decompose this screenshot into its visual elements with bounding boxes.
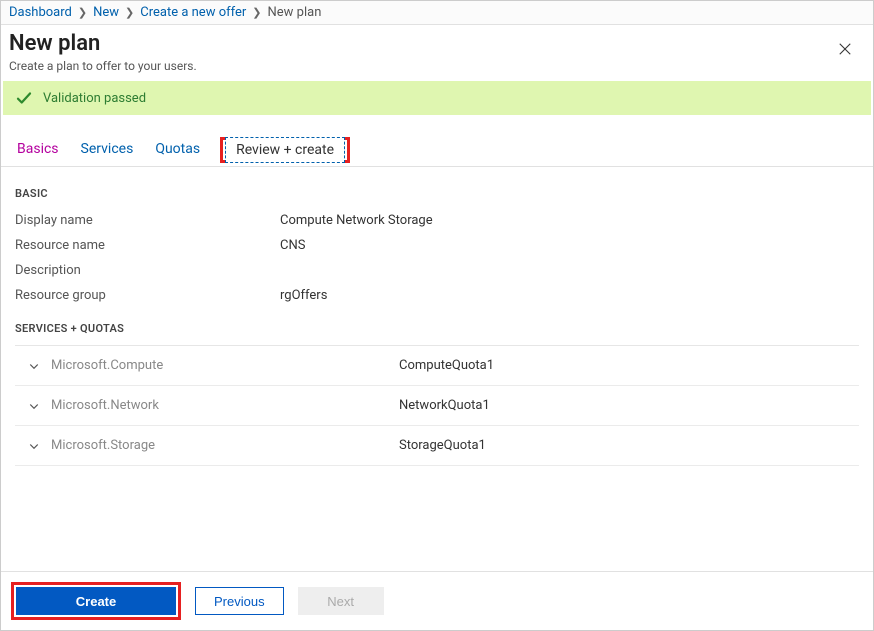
page-title: New plan [9, 31, 831, 57]
create-button-highlight: Create [11, 582, 181, 620]
expand-toggle[interactable] [27, 359, 41, 373]
breadcrumb-create-offer[interactable]: Create a new offer [140, 5, 246, 20]
service-quota: StorageQuota1 [399, 438, 486, 453]
breadcrumb-new[interactable]: New [93, 5, 119, 20]
chevron-down-icon [28, 440, 40, 452]
basic-value: CNS [280, 238, 305, 253]
section-heading-basic: BASIC [15, 187, 859, 200]
tab-services[interactable]: Services [79, 135, 136, 163]
validation-message: Validation passed [43, 91, 146, 106]
tab-quotas[interactable]: Quotas [153, 135, 202, 163]
breadcrumb-current: New plan [268, 5, 322, 20]
service-name: Microsoft.Compute [51, 358, 399, 373]
service-row-storage: Microsoft.Storage StorageQuota1 [15, 426, 859, 466]
service-row-network: Microsoft.Network NetworkQuota1 [15, 386, 859, 426]
service-quota: NetworkQuota1 [399, 398, 490, 413]
chevron-down-icon [28, 400, 40, 412]
basic-row-resource-group: Resource group rgOffers [15, 283, 859, 308]
tab-bar: Basics Services Quotas Review + create [1, 131, 873, 167]
chevron-right-icon: ❯ [78, 6, 87, 19]
service-quota: ComputeQuota1 [399, 358, 494, 373]
chevron-right-icon: ❯ [125, 6, 134, 19]
tab-basics[interactable]: Basics [15, 135, 61, 163]
chevron-down-icon [28, 360, 40, 372]
basic-row-display-name: Display name Compute Network Storage [15, 208, 859, 233]
basic-value: Compute Network Storage [280, 213, 433, 228]
basic-value: rgOffers [280, 288, 327, 303]
previous-button[interactable]: Previous [195, 587, 284, 615]
tab-review-create[interactable]: Review + create [225, 137, 345, 163]
basic-row-description: Description [15, 258, 859, 283]
expand-toggle[interactable] [27, 399, 41, 413]
footer-actions: Create Previous Next [1, 571, 873, 630]
service-row-compute: Microsoft.Compute ComputeQuota1 [15, 346, 859, 386]
page-subtitle: Create a plan to offer to your users. [9, 59, 831, 73]
chevron-right-icon: ❯ [252, 6, 261, 19]
basic-key: Display name [15, 213, 280, 228]
basic-key: Description [15, 263, 280, 278]
tab-review-highlight: Review + create [220, 137, 350, 163]
review-content: BASIC Display name Compute Network Stora… [1, 167, 873, 571]
create-button[interactable]: Create [16, 587, 176, 615]
service-name: Microsoft.Network [51, 398, 399, 413]
expand-toggle[interactable] [27, 439, 41, 453]
service-name: Microsoft.Storage [51, 438, 399, 453]
basic-key: Resource group [15, 288, 280, 303]
checkmark-icon [15, 89, 33, 107]
validation-banner: Validation passed [3, 81, 871, 115]
close-button[interactable] [831, 35, 859, 63]
close-icon [838, 42, 852, 56]
section-heading-services-quotas: SERVICES + QUOTAS [15, 322, 859, 335]
basic-row-resource-name: Resource name CNS [15, 233, 859, 258]
next-button: Next [298, 587, 384, 615]
breadcrumb: Dashboard ❯ New ❯ Create a new offer ❯ N… [1, 1, 873, 25]
breadcrumb-dashboard[interactable]: Dashboard [9, 5, 72, 20]
basic-key: Resource name [15, 238, 280, 253]
page-header: New plan Create a plan to offer to your … [1, 25, 873, 79]
